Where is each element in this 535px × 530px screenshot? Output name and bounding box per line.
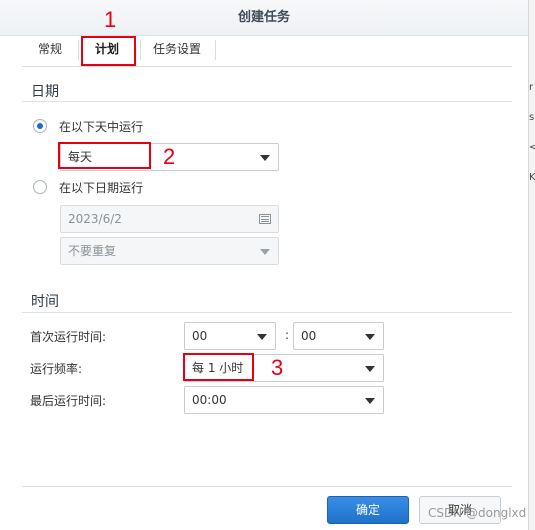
background-text: s bbox=[529, 112, 535, 123]
radio-run-on-days[interactable] bbox=[33, 119, 47, 133]
calendar-icon bbox=[259, 214, 271, 224]
last-run-time-value: 00:00 bbox=[192, 393, 227, 407]
section-divider bbox=[22, 101, 512, 102]
last-run-time-label: 最后运行时间: bbox=[30, 394, 107, 408]
days-dropdown-value: 每天 bbox=[68, 150, 93, 164]
section-divider bbox=[22, 312, 512, 313]
background-text: r bbox=[529, 82, 534, 93]
hour-value: 00 bbox=[192, 329, 208, 343]
repeat-dropdown[interactable]: 不要重复 bbox=[60, 237, 279, 265]
chevron-down-icon bbox=[257, 334, 267, 340]
date-field-value: 2023/6/2 bbox=[68, 212, 122, 226]
radio-run-on-days-label: 在以下天中运行 bbox=[59, 120, 144, 134]
background-window-edge bbox=[528, 0, 535, 530]
date-field[interactable]: 2023/6/2 bbox=[60, 205, 279, 233]
first-run-minute-dropdown[interactable]: 00 bbox=[293, 322, 384, 350]
background-text: < bbox=[529, 142, 535, 153]
chevron-down-icon bbox=[260, 155, 270, 161]
tab-bar: 常规 计划 任务设置 bbox=[22, 36, 512, 67]
date-section-title: 日期 bbox=[31, 84, 59, 100]
watermark: CSDN @donglxd bbox=[428, 506, 527, 520]
annotation-number-1: 1 bbox=[104, 7, 117, 32]
chevron-down-icon bbox=[365, 334, 375, 340]
frequency-label: 运行频率: bbox=[30, 362, 83, 376]
repeat-dropdown-value: 不要重复 bbox=[68, 244, 117, 258]
frequency-dropdown[interactable]: 每 1 小时 bbox=[184, 354, 384, 382]
ok-button[interactable]: 确定 bbox=[327, 496, 409, 524]
background-text: K bbox=[529, 172, 535, 183]
frequency-value: 每 1 小时 bbox=[192, 361, 244, 375]
first-run-time-label: 首次运行时间: bbox=[30, 330, 107, 344]
radio-run-on-date-label: 在以下日期运行 bbox=[59, 181, 144, 195]
tab-divider bbox=[140, 40, 141, 60]
annotation-number-3: 3 bbox=[271, 355, 284, 380]
chevron-down-icon bbox=[260, 249, 270, 255]
create-task-dialog: 创建任务 常规 计划 任务设置 1 日期 在以下天中运行 每天 2 在以下日期运… bbox=[0, 0, 529, 530]
radio-run-on-date[interactable] bbox=[33, 180, 47, 194]
tab-divider bbox=[78, 40, 79, 60]
annotation-number-2: 2 bbox=[163, 144, 176, 169]
first-run-hour-dropdown[interactable]: 00 bbox=[184, 322, 276, 350]
tab-general[interactable]: 常规 bbox=[28, 36, 72, 66]
chevron-down-icon bbox=[365, 398, 375, 404]
footer-divider bbox=[22, 486, 512, 487]
last-run-time-dropdown[interactable]: 00:00 bbox=[184, 386, 384, 414]
tab-schedule[interactable]: 计划 bbox=[82, 36, 132, 66]
dialog-title: 创建任务 bbox=[0, 0, 528, 36]
tab-divider bbox=[215, 40, 216, 60]
tab-task-settings[interactable]: 任务设置 bbox=[146, 36, 208, 66]
minute-value: 00 bbox=[301, 329, 317, 343]
time-section-title: 时间 bbox=[31, 294, 59, 310]
chevron-down-icon bbox=[365, 366, 375, 372]
time-separator: : bbox=[285, 328, 290, 342]
